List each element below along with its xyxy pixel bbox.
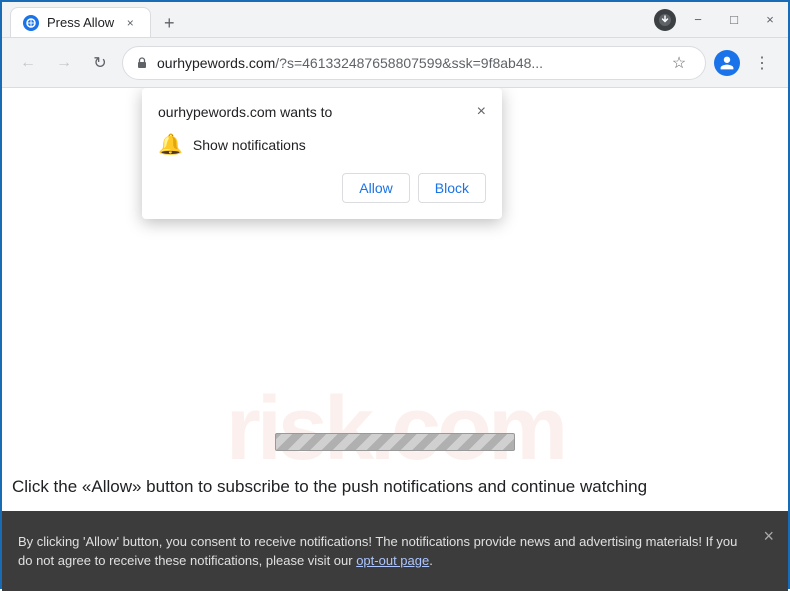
popup-title: ourhypewords.com wants to [158, 104, 332, 120]
minimize-button[interactable]: − [688, 10, 708, 30]
new-tab-button[interactable]: + [155, 9, 183, 37]
lock-icon [135, 56, 149, 70]
titlebar: Press Allow × + − □ × [2, 2, 788, 38]
chrome-download-icon[interactable] [654, 9, 676, 31]
chrome-menu-icon[interactable]: ⋮ [748, 49, 776, 77]
refresh-button[interactable]: ↻ [86, 49, 114, 77]
consent-close-button[interactable]: × [763, 523, 774, 550]
loading-bar [275, 433, 515, 451]
chrome-profile-button[interactable] [714, 50, 740, 76]
tab-area: Press Allow × + [10, 2, 654, 37]
tab-title: Press Allow [47, 15, 114, 30]
active-tab[interactable]: Press Allow × [10, 7, 151, 37]
address-text: ourhypewords.com/?s=461332487658807599&s… [157, 55, 657, 71]
opt-out-link[interactable]: opt-out page [356, 553, 429, 568]
loading-bar-container [275, 433, 515, 451]
tab-favicon [23, 15, 39, 31]
close-button[interactable]: × [760, 10, 780, 30]
popup-header: ourhypewords.com wants to × [158, 104, 486, 120]
consent-bar: By clicking 'Allow' button, you consent … [2, 511, 788, 591]
bookmark-icon[interactable]: ☆ [665, 49, 693, 77]
main-content: ! risk.com ourhypewords.com wants to × 🔔… [2, 88, 788, 511]
notification-popup: ourhypewords.com wants to × 🔔 Show notif… [142, 88, 502, 219]
block-button[interactable]: Block [418, 173, 486, 203]
popup-notification-row: 🔔 Show notifications [158, 132, 486, 157]
address-bar[interactable]: ourhypewords.com/?s=461332487658807599&s… [122, 46, 706, 80]
consent-text: By clicking 'Allow' button, you consent … [18, 532, 748, 571]
popup-buttons: Allow Block [158, 173, 486, 203]
consent-end-text: . [429, 553, 433, 568]
back-button[interactable]: ← [14, 49, 42, 77]
addressbar: ← → ↻ ourhypewords.com/?s=46133248765880… [2, 38, 788, 88]
cta-text: Click the «Allow» button to subscribe to… [12, 477, 778, 497]
watermark-text: risk.com [226, 378, 564, 481]
tab-close-button[interactable]: × [122, 15, 138, 31]
allow-button[interactable]: Allow [342, 173, 409, 203]
forward-button[interactable]: → [50, 49, 78, 77]
popup-notification-text: Show notifications [193, 137, 306, 153]
window-controls: − □ × [688, 10, 780, 30]
popup-close-button[interactable]: × [477, 104, 486, 120]
maximize-button[interactable]: □ [724, 10, 744, 30]
bell-icon: 🔔 [158, 132, 183, 157]
